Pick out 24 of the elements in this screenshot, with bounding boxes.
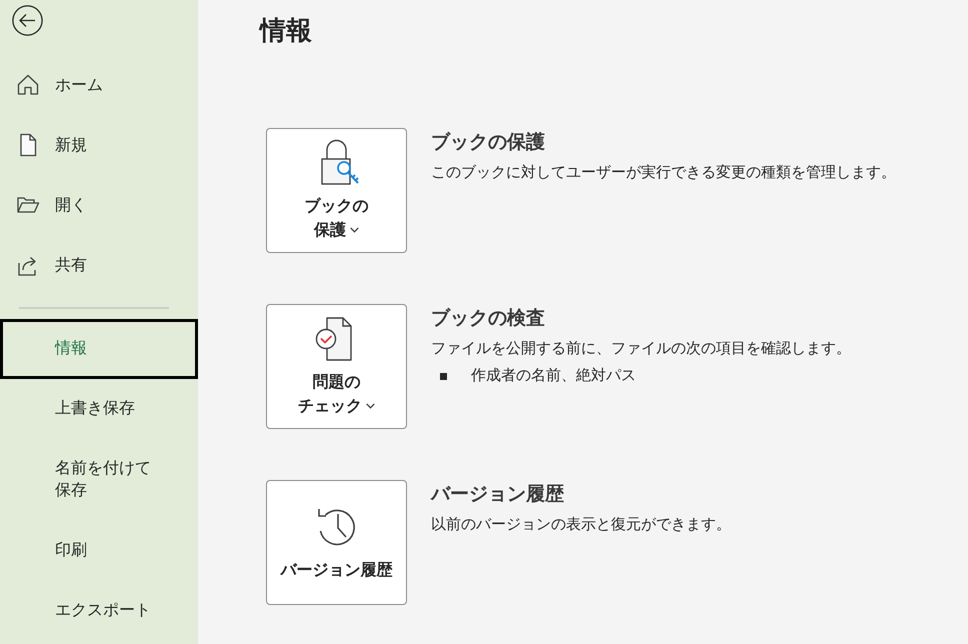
sidebar-item[interactable]: 印刷 xyxy=(0,521,198,581)
bullet-icon xyxy=(440,372,447,380)
sidebar-item[interactable]: 共有 xyxy=(0,235,198,295)
protect-workbook-button[interactable]: ブックの保護 xyxy=(266,128,407,253)
section-heading: ブックの検査 xyxy=(431,307,546,331)
section-description: 以前のバージョンの表示と復元ができます。 xyxy=(431,515,731,535)
sidebar-item[interactable]: 新規 xyxy=(0,115,198,175)
section-heading: バージョン履歴 xyxy=(431,483,565,507)
sidebar-item[interactable]: 上書き保存 xyxy=(0,379,198,439)
bullet-text: 作成者の名前、絶対パス xyxy=(471,366,636,386)
sidebar-item[interactable]: 開く xyxy=(0,175,198,235)
home-icon xyxy=(16,73,40,97)
version-history-button[interactable]: バージョン履歴 xyxy=(266,480,407,605)
page-title: 情報 xyxy=(260,14,313,47)
section-description: ファイルを公開する前に、ファイルの次の項目を確認します。 xyxy=(431,339,851,359)
check-issues-button[interactable]: 問題のチェック xyxy=(266,304,407,429)
sidebar-item[interactable]: ホーム xyxy=(0,55,198,115)
sidebar-item[interactable]: 情報 xyxy=(0,319,198,379)
section-heading: ブックの保護 xyxy=(431,131,546,155)
back-button[interactable] xyxy=(12,5,43,36)
section-description: このブックに対してユーザーが実行できる変更の種類を管理します。 xyxy=(431,163,896,183)
sidebar-item[interactable]: エクスポート xyxy=(0,581,198,641)
sidebar-item[interactable]: 名前を付けて保存 xyxy=(0,439,198,521)
back-icon xyxy=(12,5,43,36)
